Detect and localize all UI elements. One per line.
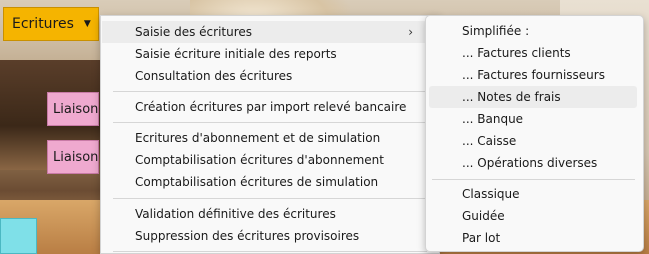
menu-item-suppression-provisoires[interactable]: Suppression des écritures provisoires bbox=[102, 225, 438, 247]
submenu-item-factures-fournisseurs[interactable]: ... Factures fournisseurs bbox=[429, 64, 637, 86]
menu-item-import-releve-bancaire[interactable]: Création écritures par import relevé ban… bbox=[102, 96, 438, 118]
menu-item-abonnement-simulation[interactable]: Ecritures d'abonnement et de simulation bbox=[102, 127, 438, 149]
submenu-item-label: ... Factures clients bbox=[462, 46, 571, 60]
menu-item-consultation-ecritures[interactable]: Consultation des écritures bbox=[102, 65, 438, 87]
liaison-label: Liaison bbox=[53, 149, 99, 165]
menu-item-compta-simulation[interactable]: Comptabilisation écritures de simulation bbox=[102, 171, 438, 193]
submenu-item-label: Simplifiée : bbox=[462, 24, 530, 38]
menu-item-label: Ecritures d'abonnement et de simulation bbox=[135, 131, 381, 145]
submenu-item-label: Classique bbox=[462, 187, 520, 201]
chevron-right-icon: › bbox=[408, 25, 413, 39]
submenu-item-caisse[interactable]: ... Caisse bbox=[429, 130, 637, 152]
teal-tile[interactable] bbox=[0, 218, 37, 254]
menu-item-label: Validation définitive des écritures bbox=[135, 207, 336, 221]
menu-item-label: Comptabilisation écritures d'abonnement bbox=[135, 153, 384, 167]
submenu-item-par-lot[interactable]: Par lot bbox=[429, 227, 637, 249]
menu-separator bbox=[113, 251, 427, 252]
menu-separator bbox=[113, 122, 427, 123]
menu-item-label: Saisie des écritures bbox=[135, 25, 253, 39]
submenu-item-notes-de-frais[interactable]: ... Notes de frais bbox=[429, 86, 637, 108]
submenu-separator bbox=[432, 179, 635, 180]
caret-down-icon: ▼ bbox=[83, 19, 91, 29]
submenu-item-banque[interactable]: ... Banque bbox=[429, 108, 637, 130]
liaison-button-1[interactable]: Liaison bbox=[47, 92, 99, 126]
submenu-item-label: Guidée bbox=[462, 209, 505, 223]
submenu-item-label: ... Banque bbox=[462, 112, 524, 126]
submenu-item-classique[interactable]: Classique bbox=[429, 183, 637, 205]
menu-item-label: Consultation des écritures bbox=[135, 69, 293, 83]
saisie-ecritures-submenu: Simplifiée : ... Factures clients ... Fa… bbox=[425, 15, 644, 252]
ecritures-dropdown-menu: Saisie des écritures › Saisie écriture i… bbox=[100, 15, 440, 254]
submenu-item-label: ... Notes de frais bbox=[462, 90, 561, 104]
ecritures-label: Ecritures bbox=[12, 16, 74, 32]
submenu-item-label: ... Factures fournisseurs bbox=[462, 68, 605, 82]
menu-separator bbox=[113, 91, 427, 92]
menu-separator bbox=[113, 198, 427, 199]
menu-item-saisie-initiale-reports[interactable]: Saisie écriture initiale des reports bbox=[102, 43, 438, 65]
menu-item-label: Création écritures par import relevé ban… bbox=[135, 100, 407, 114]
menu-item-label: Saisie écriture initiale des reports bbox=[135, 47, 337, 61]
menu-item-validation-definitive[interactable]: Validation définitive des écritures bbox=[102, 203, 438, 225]
liaison-button-2[interactable]: Liaison bbox=[47, 140, 99, 174]
menu-item-label: Comptabilisation écritures de simulation bbox=[135, 175, 379, 189]
liaison-label: Liaison bbox=[53, 101, 99, 117]
submenu-item-label: ... Caisse bbox=[462, 134, 517, 148]
submenu-item-operations-diverses[interactable]: ... Opérations diverses bbox=[429, 152, 637, 174]
submenu-heading-simplifiee: Simplifiée : bbox=[429, 20, 637, 42]
submenu-item-guidee[interactable]: Guidée bbox=[429, 205, 637, 227]
menu-item-saisie-ecritures[interactable]: Saisie des écritures › bbox=[102, 21, 438, 43]
submenu-item-label: ... Opérations diverses bbox=[462, 156, 598, 170]
ecritures-menu-button[interactable]: Ecritures ▼ bbox=[3, 7, 99, 41]
submenu-item-factures-clients[interactable]: ... Factures clients bbox=[429, 42, 637, 64]
menu-item-label: Suppression des écritures provisoires bbox=[135, 229, 360, 243]
submenu-item-label: Par lot bbox=[462, 231, 501, 245]
menu-item-compta-abonnement[interactable]: Comptabilisation écritures d'abonnement bbox=[102, 149, 438, 171]
